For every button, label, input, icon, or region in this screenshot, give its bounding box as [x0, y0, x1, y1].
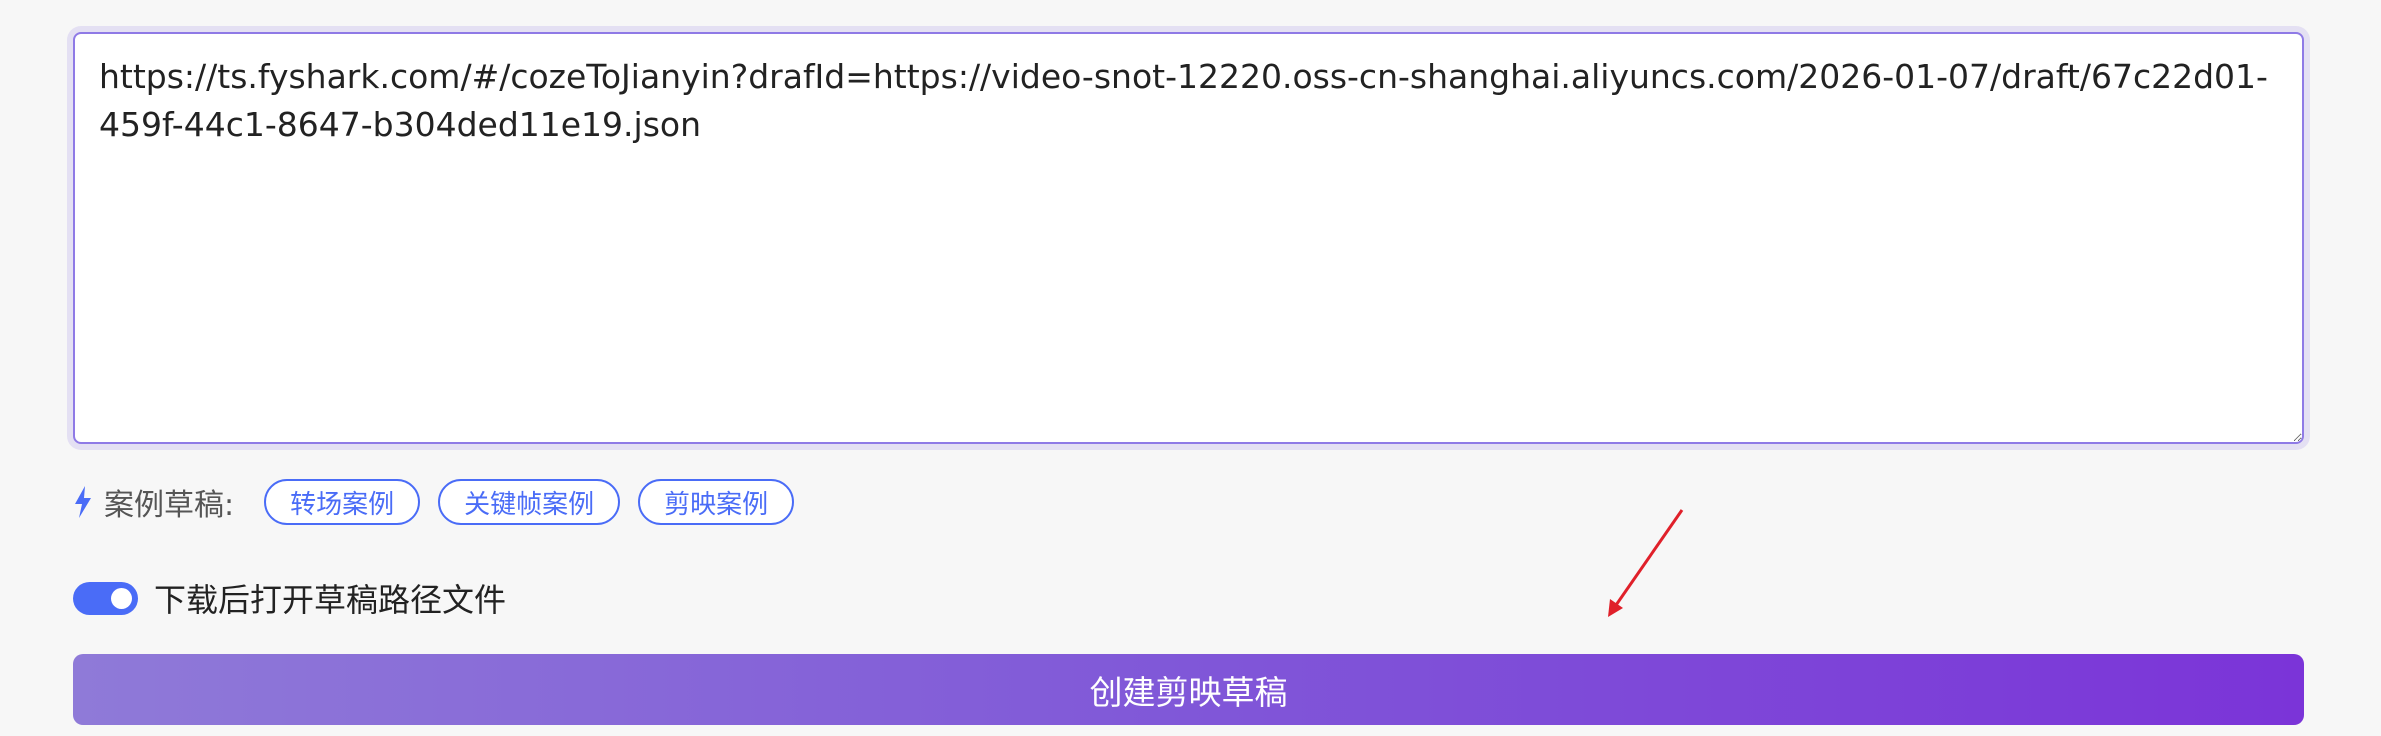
open-after-download-toggle[interactable] [73, 581, 138, 615]
annotation-arrow-icon [1608, 509, 1684, 617]
create-jianying-draft-button[interactable]: 创建剪映草稿 [73, 654, 2304, 725]
example-drafts-row: 案例草稿: 转场案例 关键帧案例 剪映案例 [74, 478, 812, 526]
open-after-download-row: 下载后打开草稿路径文件 [73, 573, 506, 623]
open-after-download-label: 下载后打开草稿路径文件 [154, 581, 507, 619]
example-tag-jianying[interactable]: 剪映案例 [638, 479, 795, 525]
draft-url-textarea[interactable]: https://ts.fyshark.com/#/cozeToJianyin?d… [75, 34, 2302, 442]
lightning-bolt-icon [74, 485, 94, 519]
example-tag-transition[interactable]: 转场案例 [264, 479, 421, 525]
example-drafts-label: 案例草稿: [104, 488, 235, 523]
toggle-knob [111, 587, 132, 609]
draft-url-box[interactable]: https://ts.fyshark.com/#/cozeToJianyin?d… [73, 32, 2304, 444]
example-tag-keyframe[interactable]: 关键帧案例 [438, 479, 621, 525]
